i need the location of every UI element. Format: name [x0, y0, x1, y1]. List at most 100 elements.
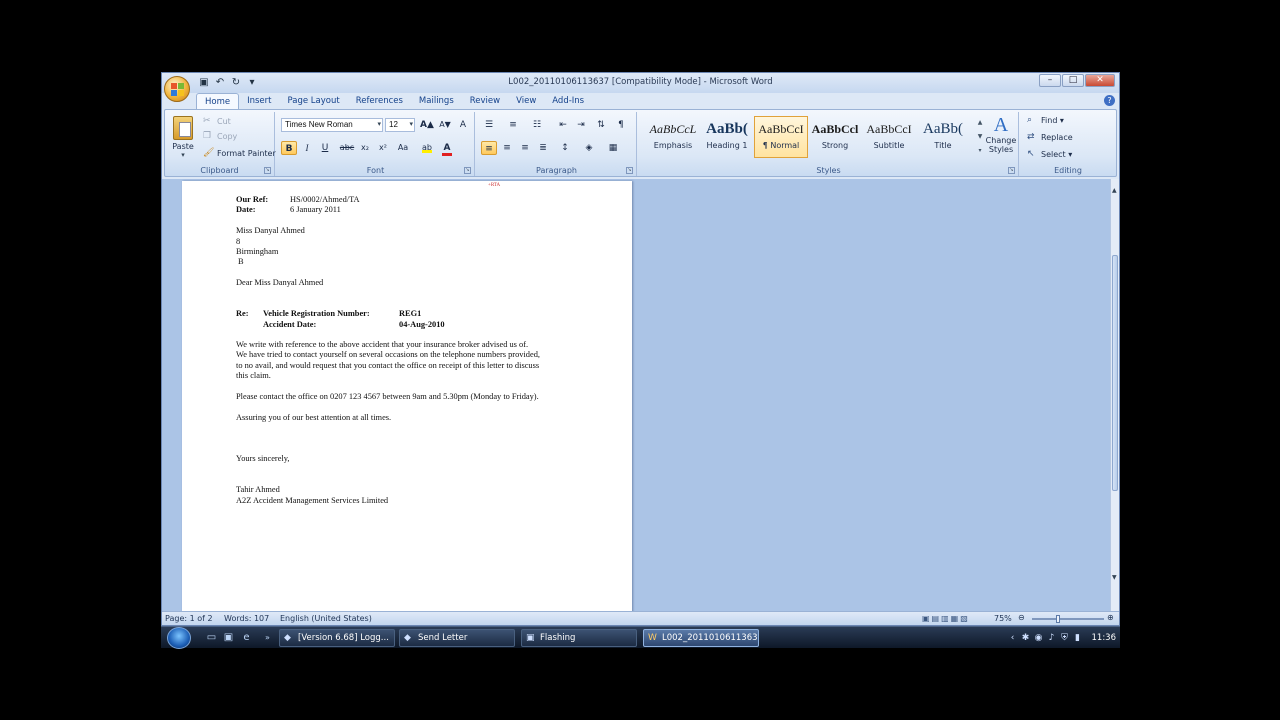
- superscript-button[interactable]: x²: [375, 141, 391, 155]
- tab-insert[interactable]: Insert: [239, 93, 279, 109]
- style-name: Title: [934, 141, 952, 150]
- network-icon[interactable]: ◉: [1034, 633, 1044, 643]
- style-subtitle[interactable]: AaBbCcI Subtitle: [862, 116, 916, 158]
- style-strong[interactable]: AaBbCcl Strong: [808, 116, 862, 158]
- zoom-slider-thumb[interactable]: [1056, 615, 1060, 623]
- taskbar-button-flashing[interactable]: ▣ Flashing: [521, 629, 637, 647]
- style-preview: AaBbCcL: [649, 122, 697, 136]
- change-styles-button[interactable]: A Change Styles: [983, 114, 1019, 160]
- style-title[interactable]: AaBb(Title: [916, 116, 970, 158]
- line-spacing-button[interactable]: ↕: [557, 141, 573, 155]
- document-page[interactable]: +RTA Our Ref: HS/0002/Ahmed/TA Date: 6 J…: [182, 181, 632, 611]
- multilevel-list-button[interactable]: ☷: [529, 118, 545, 132]
- styles-launcher-icon[interactable]: ↘: [1008, 167, 1015, 174]
- show-formatting-button[interactable]: ¶: [613, 118, 629, 132]
- cursor-icon: ↖: [1027, 149, 1035, 159]
- clock[interactable]: 11:36: [1092, 633, 1117, 643]
- font-name-combo[interactable]: Times New Roman ▾: [281, 118, 383, 132]
- shield-icon[interactable]: ⛨: [1060, 633, 1070, 643]
- bullets-button[interactable]: ☰: [481, 118, 497, 132]
- style-emphasis[interactable]: AaBbCcL Emphasis: [646, 116, 700, 158]
- select-button[interactable]: ↖ Select ▾: [1027, 149, 1072, 160]
- font-group-label: Font: [366, 166, 385, 175]
- minimize-button[interactable]: –: [1039, 74, 1061, 87]
- taskbar-button-label: L002_20110106113637...: [662, 633, 758, 643]
- language[interactable]: English (United States): [280, 614, 372, 623]
- tab-add-ins[interactable]: Add-Ins: [544, 93, 592, 109]
- underline-button[interactable]: U: [317, 141, 333, 155]
- close-button[interactable]: ✕: [1085, 74, 1115, 87]
- accident-label: Accident Date:: [263, 320, 317, 329]
- copy-icon: ❐: [203, 131, 212, 141]
- increase-indent-button[interactable]: ⇥: [573, 118, 589, 132]
- font-size-value: 12: [389, 120, 398, 129]
- tray-expand-icon[interactable]: ‹: [1008, 633, 1018, 643]
- battery-icon[interactable]: ▮: [1073, 633, 1083, 643]
- vertical-scrollbar[interactable]: ▲ ▼: [1110, 179, 1119, 611]
- tab-view[interactable]: View: [508, 93, 544, 109]
- tab-mailings[interactable]: Mailings: [411, 93, 462, 109]
- office-button[interactable]: [164, 76, 190, 102]
- numbering-button[interactable]: ≡: [505, 118, 521, 132]
- font-size-combo[interactable]: 12 ▾: [385, 118, 415, 132]
- switch-windows-icon[interactable]: ▣: [222, 631, 235, 644]
- word-count[interactable]: Words: 107: [224, 614, 269, 623]
- taskbar-button-version[interactable]: ◆ [Version 6.68] Logg...: [279, 629, 395, 647]
- paragraph-launcher-icon[interactable]: ↘: [626, 167, 633, 174]
- zoom-level[interactable]: 75%: [994, 614, 1012, 623]
- font-color-button[interactable]: A: [439, 141, 455, 156]
- taskbar-button-send-letter[interactable]: ◆ Send Letter: [399, 629, 515, 647]
- change-case-button[interactable]: Aa: [395, 141, 411, 155]
- find-button[interactable]: ⌕ Find ▾: [1027, 115, 1064, 126]
- sort-button[interactable]: ⇅: [593, 118, 609, 132]
- scroll-up-icon[interactable]: ▲: [1112, 187, 1117, 194]
- clipboard-launcher-icon[interactable]: ↘: [264, 167, 271, 174]
- tab-review[interactable]: Review: [462, 93, 508, 109]
- view-buttons[interactable]: ▣▤▥▦▧: [922, 614, 970, 623]
- browser-icon[interactable]: e: [240, 631, 253, 644]
- align-center-button[interactable]: ≡: [499, 141, 515, 155]
- replace-button[interactable]: ⇄ Replace: [1027, 132, 1073, 143]
- bluetooth-icon[interactable]: ✱: [1021, 633, 1031, 643]
- format-painter-button[interactable]: 🖌 Format Painter: [203, 148, 276, 159]
- more-icon[interactable]: »: [261, 631, 274, 644]
- paste-button[interactable]: Paste ▾: [169, 114, 197, 160]
- font-launcher-icon[interactable]: ↘: [464, 167, 471, 174]
- shrink-font-button[interactable]: A▼: [437, 118, 453, 132]
- taskbar-button-word-document[interactable]: W L002_20110106113637...: [643, 629, 759, 647]
- cut-button[interactable]: ✂ Cut: [203, 116, 231, 127]
- zoom-out-icon[interactable]: ⊖: [1018, 613, 1025, 622]
- scroll-down-icon[interactable]: ▼: [1112, 574, 1117, 581]
- tab-references[interactable]: References: [348, 93, 411, 109]
- volume-icon[interactable]: ♪: [1047, 633, 1057, 643]
- align-right-button[interactable]: ≡: [517, 141, 533, 155]
- bold-button[interactable]: B: [281, 141, 297, 155]
- show-desktop-icon[interactable]: ▭: [205, 631, 218, 644]
- body-line: this claim.: [236, 371, 271, 380]
- start-button[interactable]: [167, 627, 191, 649]
- zoom-slider[interactable]: [1032, 615, 1104, 623]
- grow-font-button[interactable]: A▲: [419, 118, 435, 132]
- strikethrough-button[interactable]: abc: [339, 141, 355, 155]
- help-icon[interactable]: ?: [1104, 95, 1115, 106]
- align-left-button[interactable]: ≡: [481, 141, 497, 155]
- tab-home[interactable]: Home: [196, 93, 240, 109]
- scroll-thumb[interactable]: [1112, 255, 1118, 491]
- justify-button[interactable]: ≣: [535, 141, 551, 155]
- shading-button[interactable]: ◈: [581, 141, 597, 155]
- highlight-color-button[interactable]: ab: [419, 141, 435, 155]
- italic-button[interactable]: I: [299, 141, 315, 155]
- tab-page-layout[interactable]: Page Layout: [280, 93, 348, 109]
- document-area[interactable]: +RTA Our Ref: HS/0002/Ahmed/TA Date: 6 J…: [162, 179, 1110, 611]
- clear-formatting-button[interactable]: A: [455, 118, 471, 132]
- page-count[interactable]: Page: 1 of 2: [165, 614, 213, 623]
- style-normal[interactable]: AaBbCcI ¶ Normal: [754, 116, 808, 158]
- vehicle-label: Vehicle Registration Number:: [263, 309, 370, 318]
- borders-button[interactable]: ▦: [605, 141, 621, 155]
- zoom-in-icon[interactable]: ⊕: [1107, 613, 1114, 622]
- maximize-button[interactable]: □: [1062, 74, 1084, 87]
- copy-button[interactable]: ❐ Copy: [203, 131, 237, 142]
- subscript-button[interactable]: x₂: [357, 141, 373, 155]
- style-heading-1[interactable]: AaBb(Heading 1: [700, 116, 754, 158]
- decrease-indent-button[interactable]: ⇤: [555, 118, 571, 132]
